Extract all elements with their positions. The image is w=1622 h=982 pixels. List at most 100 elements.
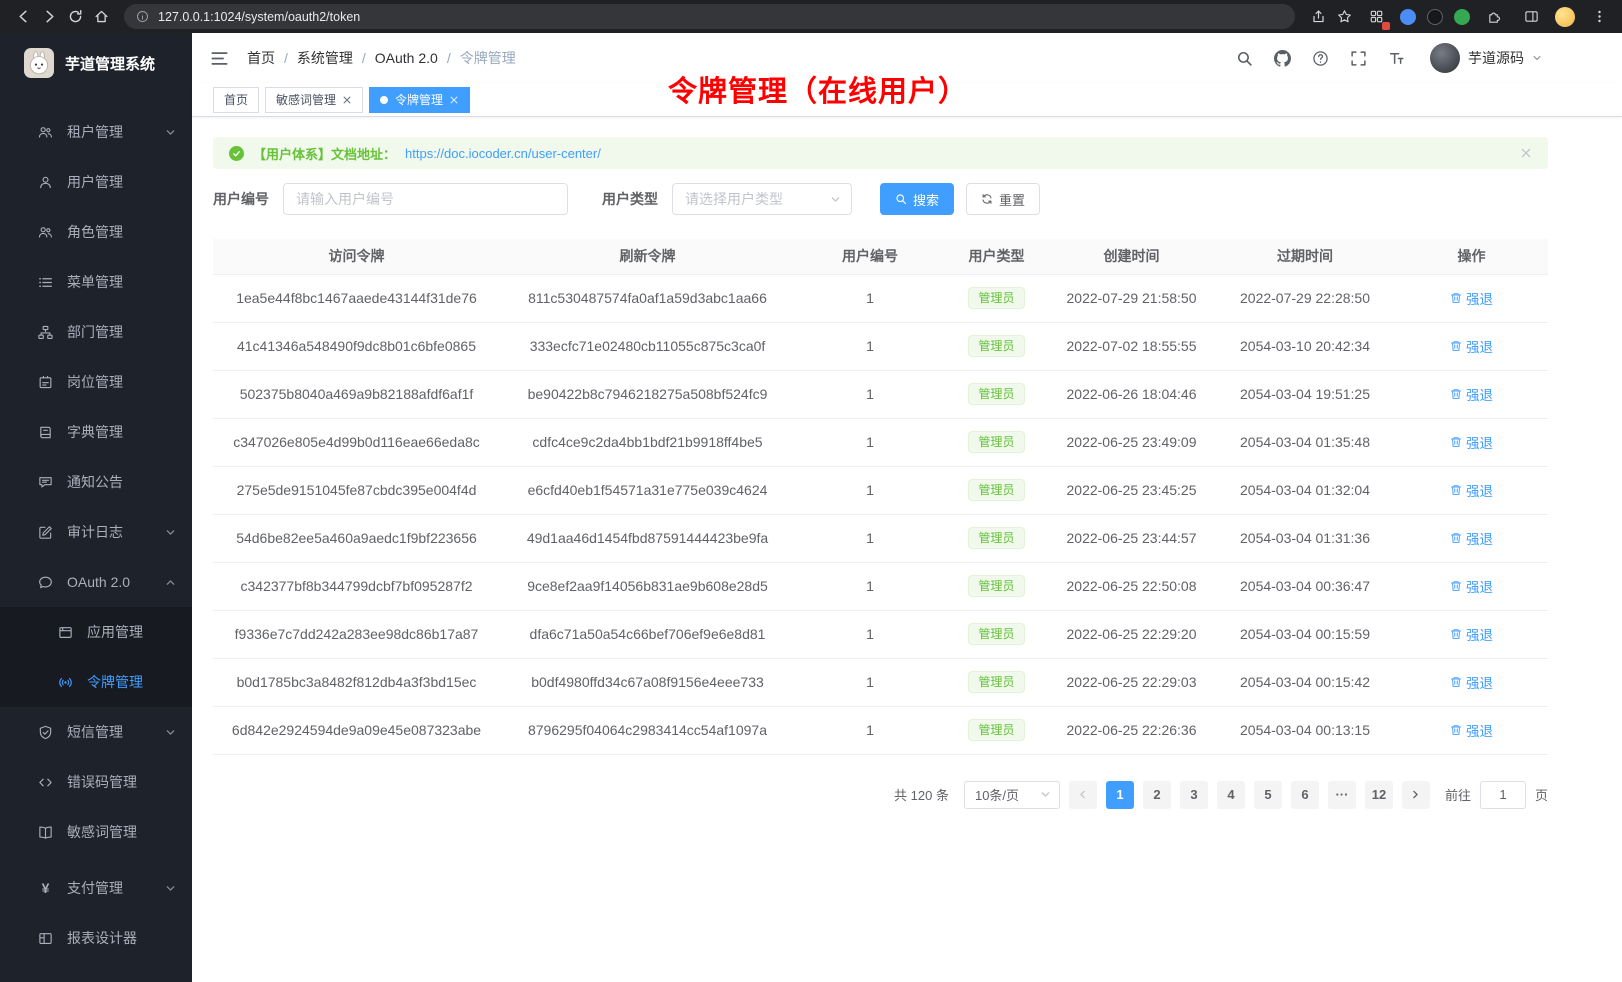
open-book-icon — [38, 825, 53, 840]
address-bar[interactable]: 127.0.0.1:1024/system/oauth2/token — [124, 4, 1295, 29]
breadcrumb-item-current: 令牌管理 — [460, 48, 516, 68]
breadcrumb-item-system[interactable]: 系统管理 — [297, 48, 353, 68]
action-cell: 强退 — [1395, 274, 1548, 322]
role-icon — [38, 225, 53, 240]
broadcast-icon — [58, 675, 73, 690]
sidebar-item-oauth2-token[interactable]: 令牌管理 — [0, 657, 192, 707]
chat-icon — [38, 575, 53, 590]
sidebar-item-post[interactable]: 岗位管理 — [0, 357, 192, 407]
force-logout-button[interactable]: 强退 — [1450, 432, 1493, 452]
breadcrumb-item-home[interactable]: 首页 — [247, 48, 275, 68]
browser-profile-avatar[interactable] — [1555, 7, 1575, 27]
page-button-12[interactable]: 12 — [1365, 781, 1393, 809]
back-button[interactable] — [10, 4, 36, 30]
browser-menu-button[interactable] — [1586, 4, 1612, 30]
refresh-token-cell: 811c530487574fa0af1a59d3abc1aa66 — [500, 274, 795, 322]
sidebar-item-error-code[interactable]: 错误码管理 — [0, 757, 192, 807]
user-type-label: 用户类型 — [602, 189, 658, 209]
star-icon — [1337, 9, 1352, 24]
page-button-1[interactable]: 1 — [1106, 781, 1134, 809]
search-icon[interactable] — [1236, 50, 1253, 67]
tab-token-active[interactable]: 令牌管理 — [369, 87, 470, 113]
action-cell: 强退 — [1395, 658, 1548, 706]
extension-icon-dark[interactable] — [1427, 9, 1443, 25]
force-logout-button[interactable]: 强退 — [1450, 672, 1493, 692]
action-cell: 强退 — [1395, 466, 1548, 514]
share-button[interactable] — [1305, 4, 1331, 30]
kebab-menu-icon — [1592, 9, 1607, 24]
close-icon[interactable] — [449, 95, 459, 105]
page-button-6[interactable]: 6 — [1291, 781, 1319, 809]
tab-home[interactable]: 首页 — [213, 87, 259, 113]
next-page-button[interactable] — [1402, 781, 1430, 809]
sidebar-item-report-designer[interactable]: 报表设计器 — [0, 913, 192, 963]
page-size-select[interactable]: 10条/页 — [964, 781, 1060, 809]
reload-button[interactable] — [62, 4, 88, 30]
fullscreen-icon[interactable] — [1350, 50, 1367, 67]
split-view-button[interactable] — [1518, 4, 1544, 30]
user-id-cell: 1 — [795, 706, 945, 754]
app-logo[interactable]: 芋道管理系统 — [0, 33, 192, 93]
extension-button-badged[interactable] — [1363, 4, 1389, 30]
home-button[interactable] — [88, 4, 114, 30]
force-logout-button[interactable]: 强退 — [1450, 384, 1493, 404]
refresh-token-cell: b0df4980ffd34c67a08f9156e4eee733 — [500, 658, 795, 706]
close-icon[interactable] — [342, 95, 352, 105]
sidebar-item-dict[interactable]: 字典管理 — [0, 407, 192, 457]
font-size-icon[interactable] — [1388, 50, 1405, 67]
sidebar-item-pay[interactable]: ¥ 支付管理 — [0, 863, 192, 913]
chevron-up-icon — [165, 577, 176, 588]
tab-sensitive-word[interactable]: 敏感词管理 — [265, 87, 363, 113]
sidebar-item-menu[interactable]: 菜单管理 — [0, 257, 192, 307]
sidebar-item-oauth2-app[interactable]: 应用管理 — [0, 607, 192, 657]
extension-icon-green[interactable] — [1454, 9, 1470, 25]
topbar: 首页 / 系统管理 / OAuth 2.0 / 令牌管理 芋道源码 — [192, 33, 1622, 83]
sidebar-item-sms[interactable]: 短信管理 — [0, 707, 192, 757]
sidebar-item-tenant[interactable]: 租户管理 — [0, 107, 192, 157]
user-type-tag: 管理员 — [968, 671, 1024, 693]
sidebar-item-user[interactable]: 用户管理 — [0, 157, 192, 207]
sidebar-item-sensitive-word[interactable]: 敏感词管理 — [0, 807, 192, 857]
force-logout-button[interactable]: 强退 — [1450, 288, 1493, 308]
goto-page-input[interactable] — [1480, 781, 1526, 809]
force-logout-button[interactable]: 强退 — [1450, 720, 1493, 740]
total-count: 共 120 条 — [894, 785, 949, 804]
page-button-3[interactable]: 3 — [1180, 781, 1208, 809]
reload-icon — [68, 9, 83, 24]
user-menu[interactable]: 芋道源码 — [1430, 43, 1542, 73]
force-logout-button[interactable]: 强退 — [1450, 576, 1493, 596]
sidebar-item-oauth2[interactable]: OAuth 2.0 — [0, 557, 192, 607]
sidebar-item-audit-log[interactable]: 审计日志 — [0, 507, 192, 557]
prev-page-button[interactable] — [1069, 781, 1097, 809]
extensions-puzzle-button[interactable] — [1481, 4, 1507, 30]
hamburger-icon[interactable] — [210, 49, 229, 68]
page-button-4[interactable]: 4 — [1217, 781, 1245, 809]
forward-button[interactable] — [36, 4, 62, 30]
column-header: 刷新令牌 — [500, 239, 795, 274]
extension-icon-blue[interactable] — [1400, 9, 1416, 25]
page-button-5[interactable]: 5 — [1254, 781, 1282, 809]
page-button-2[interactable]: 2 — [1143, 781, 1171, 809]
sidebar-item-notice[interactable]: 通知公告 — [0, 457, 192, 507]
user-id-input[interactable] — [283, 183, 568, 215]
close-icon[interactable] — [1520, 147, 1532, 159]
bookmark-star-button[interactable] — [1331, 4, 1357, 30]
sidebar-item-dept[interactable]: 部门管理 — [0, 307, 192, 357]
user-type-select[interactable]: 请选择用户类型 — [672, 183, 852, 215]
refresh-token-cell: 9ce8ef2aa9f14056b831ae9b608e28d5 — [500, 562, 795, 610]
search-button[interactable]: 搜索 — [880, 183, 954, 215]
user-id-cell: 1 — [795, 322, 945, 370]
doc-link[interactable]: https://doc.iocoder.cn/user-center/ — [405, 146, 601, 161]
force-logout-button[interactable]: 强退 — [1450, 336, 1493, 356]
github-icon[interactable] — [1274, 50, 1291, 67]
page-ellipsis-button[interactable]: ··· — [1328, 781, 1356, 809]
reset-button[interactable]: 重置 — [966, 183, 1040, 215]
force-logout-button[interactable]: 强退 — [1450, 528, 1493, 548]
sidebar-item-role[interactable]: 角色管理 — [0, 207, 192, 257]
help-icon[interactable] — [1312, 50, 1329, 67]
force-logout-button[interactable]: 强退 — [1450, 624, 1493, 644]
user-id-cell: 1 — [795, 610, 945, 658]
breadcrumb-item-oauth2[interactable]: OAuth 2.0 — [375, 50, 438, 66]
table-header-row: 访问令牌 刷新令牌 用户编号 用户类型 创建时间 过期时间 操作 — [213, 239, 1548, 274]
force-logout-button[interactable]: 强退 — [1450, 480, 1493, 500]
